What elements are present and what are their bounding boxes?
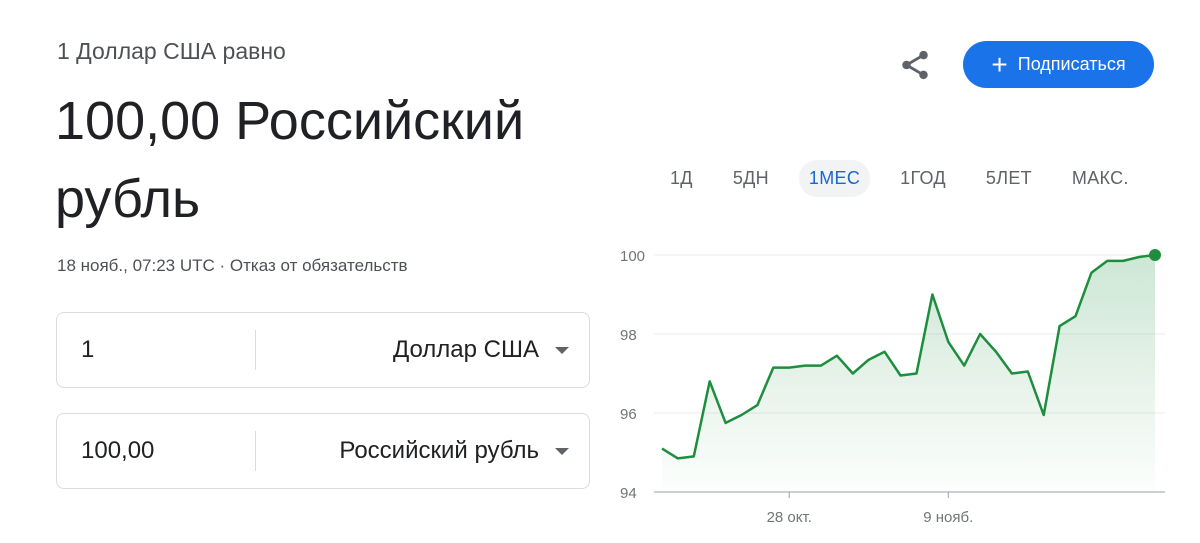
tab-5y[interactable]: 5ЛЕТ [976, 160, 1042, 197]
y-tick-label: 98 [620, 327, 637, 344]
y-tick-label: 96 [620, 406, 637, 423]
current-value-dot [1149, 249, 1161, 261]
timestamp-disclaimer: 18 нояб., 07:23 UTC · Отказ от обязатель… [57, 256, 408, 275]
from-currency-select[interactable]: Доллар США [256, 313, 589, 387]
to-currency-label: Российский рубль [339, 437, 539, 464]
chevron-down-icon [555, 447, 569, 455]
x-tick-label: 28 окт. [767, 509, 812, 526]
to-amount-input[interactable] [57, 431, 251, 471]
tab-5d[interactable]: 5ДН [723, 160, 779, 197]
tab-max[interactable]: МАКС. [1062, 160, 1139, 197]
subscribe-label: Подписаться [1017, 54, 1126, 74]
share-button[interactable] [894, 44, 936, 86]
exchange-rate-chart: 94 96 98 100 28 окт. 9 нояб. [620, 248, 1165, 526]
range-tabs: 1Д 5ДН 1МЕС 1ГОД 5ЛЕТ МАКС. [660, 158, 1159, 198]
to-currency-select[interactable]: Российский рубль [256, 414, 589, 488]
tab-1d[interactable]: 1Д [660, 160, 703, 197]
from-currency-row: Доллар США [56, 312, 590, 388]
from-currency-label: Доллар США [392, 336, 539, 363]
plus-icon: + [991, 48, 1008, 80]
tab-1m[interactable]: 1МЕС [798, 159, 871, 197]
chevron-down-icon [555, 346, 569, 354]
share-icon [902, 50, 928, 80]
y-tick-label: 100 [620, 248, 645, 265]
exchange-value: 100,00 Российский рубль [55, 91, 525, 229]
subscribe-button[interactable]: + Подписаться [963, 41, 1154, 88]
subtitle: 1 Доллар США равно [57, 38, 286, 64]
to-currency-row: Российский рубль [56, 413, 590, 489]
x-tick-label: 9 нояб. [923, 509, 973, 526]
y-tick-label: 94 [620, 485, 637, 502]
tab-1y[interactable]: 1ГОД [890, 160, 956, 197]
from-amount-input[interactable] [57, 330, 251, 370]
